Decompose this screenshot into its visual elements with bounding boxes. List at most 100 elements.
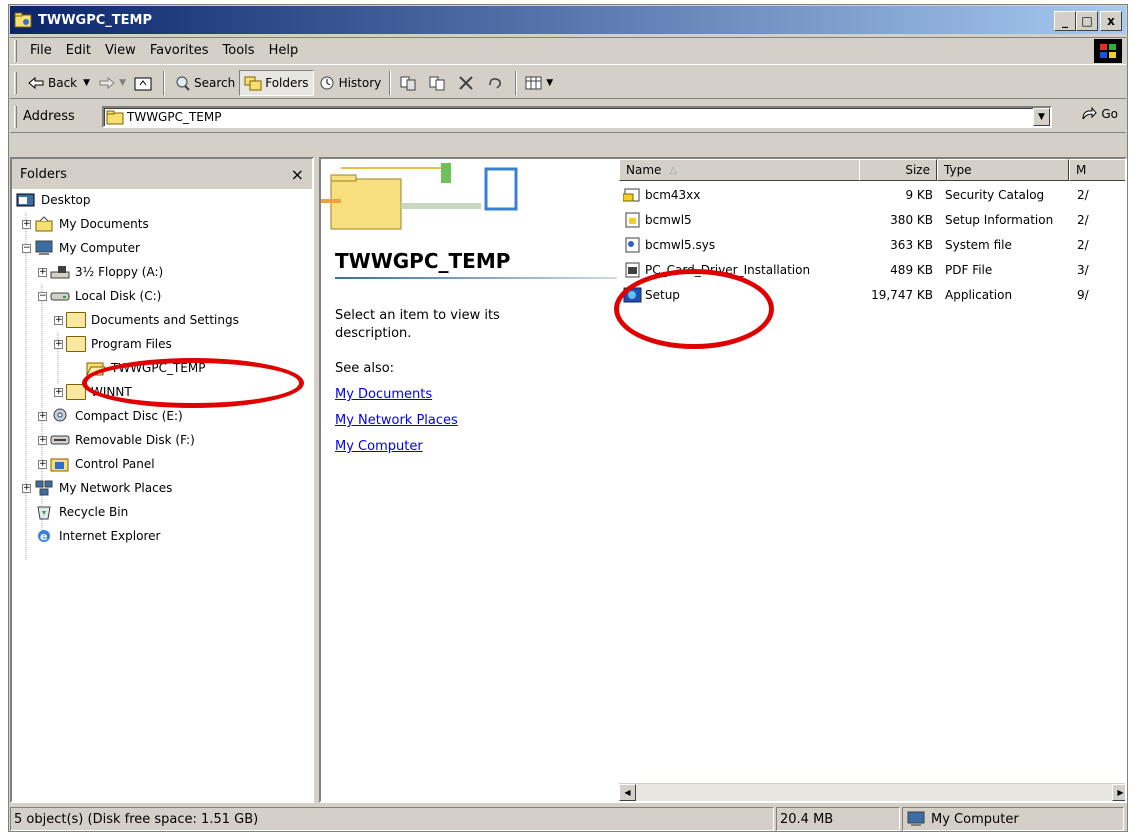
file-row[interactable]: PC_Card_Driver_Installation 489 KB PDF F…: [623, 258, 1125, 282]
go-button[interactable]: Go: [1080, 106, 1118, 122]
file-list: Name △ Size Type M bcm43xx 9 KB Security…: [619, 159, 1125, 789]
tree-label: Program Files: [91, 337, 172, 351]
link-my-network-places[interactable]: My Network Places: [335, 413, 458, 428]
standard-toolbar: Back ▼ ▼ Search Folders History ▼: [10, 67, 1126, 99]
undo-button[interactable]: [482, 70, 511, 96]
address-dropdown-button[interactable]: ▼: [1033, 108, 1050, 126]
column-header-modified[interactable]: M: [1069, 159, 1125, 181]
expand-toggle[interactable]: +: [54, 340, 63, 349]
menu-favorites[interactable]: Favorites: [143, 43, 216, 58]
collapse-toggle[interactable]: −: [22, 244, 31, 253]
address-input[interactable]: TWWGPC_TEMP ▼: [102, 106, 1052, 128]
move-to-button[interactable]: [395, 70, 424, 96]
tree-item-compact-disc[interactable]: Compact Disc (E:): [50, 405, 183, 427]
menu-grip[interactable]: [14, 39, 17, 62]
title-bar[interactable]: TWWGPC_TEMP _ □ x: [10, 6, 1126, 34]
file-modified: 2/: [1077, 238, 1089, 252]
status-size: 20.4 MB: [776, 807, 900, 831]
collapse-toggle[interactable]: −: [38, 292, 47, 301]
tree-item-desktop[interactable]: Desktop: [16, 189, 91, 211]
expand-toggle[interactable]: +: [38, 436, 47, 445]
scroll-right-button[interactable]: ▶: [1112, 784, 1125, 801]
floppy-drive-icon: [50, 264, 70, 280]
close-button[interactable]: x: [1100, 11, 1122, 31]
expand-toggle[interactable]: +: [22, 484, 31, 493]
my-computer-icon: [34, 240, 54, 256]
tree-item-my-network-places[interactable]: My Network Places: [34, 477, 172, 499]
tree-item-documents-and-settings[interactable]: Documents and Settings: [66, 309, 239, 331]
folders-close-button[interactable]: ×: [291, 165, 304, 184]
folders-icon: [244, 75, 262, 91]
delete-button[interactable]: [453, 70, 482, 96]
expand-toggle[interactable]: +: [54, 388, 63, 397]
tree-item-twwgpc-temp[interactable]: TWWGPC_TEMP: [86, 357, 205, 379]
folders-pane: Folders × Desktop + My Documents − My Co…: [10, 157, 314, 803]
tree-item-my-documents[interactable]: My Documents: [34, 213, 149, 235]
address-grip[interactable]: [14, 105, 17, 128]
link-my-computer[interactable]: My Computer: [335, 439, 423, 454]
expand-toggle[interactable]: +: [38, 412, 47, 421]
back-dropdown-icon[interactable]: ▼: [83, 78, 90, 88]
tree-item-removable-disk[interactable]: Removable Disk (F:): [50, 429, 195, 451]
removable-drive-icon: [50, 432, 70, 448]
menu-view[interactable]: View: [98, 43, 143, 58]
menu-tools[interactable]: Tools: [216, 43, 262, 58]
copy-to-button[interactable]: [424, 70, 453, 96]
search-button[interactable]: Search: [169, 70, 239, 96]
folder-icon: [66, 384, 86, 400]
file-size: 9 KB: [905, 188, 933, 202]
file-row[interactable]: bcm43xx 9 KB Security Catalog 2/: [622, 183, 1125, 207]
undo-icon: [486, 75, 504, 91]
menu-edit[interactable]: Edit: [59, 43, 98, 58]
views-button[interactable]: ▼: [521, 70, 557, 96]
views-dropdown-icon[interactable]: ▼: [546, 78, 553, 88]
file-name: PC_Card_Driver_Installation: [645, 263, 811, 277]
tree-item-recycle-bin[interactable]: Recycle Bin: [34, 501, 128, 523]
tree-item-control-panel[interactable]: Control Panel: [50, 453, 155, 475]
column-header-size[interactable]: Size: [859, 159, 937, 181]
tree-item-local-disk[interactable]: Local Disk (C:): [50, 285, 161, 307]
link-my-documents[interactable]: My Documents: [335, 387, 432, 402]
webview-panel: TWWGPC_TEMP Select an item to view its d…: [321, 159, 621, 759]
folder-icon: [14, 12, 32, 28]
views-icon: [525, 75, 543, 91]
file-type: Application: [945, 288, 1013, 302]
file-name: bcmwl5.sys: [645, 238, 716, 252]
horizontal-scrollbar[interactable]: ◀ ▶: [619, 783, 1125, 801]
expand-toggle[interactable]: +: [38, 268, 47, 277]
file-modified: 2/: [1077, 213, 1089, 227]
file-name: bcm43xx: [645, 188, 701, 202]
history-button[interactable]: History: [314, 70, 386, 96]
tree-item-floppy[interactable]: 3½ Floppy (A:): [50, 261, 163, 283]
my-documents-icon: [34, 216, 54, 232]
menu-help[interactable]: Help: [262, 43, 306, 58]
up-folder-icon: [134, 75, 152, 91]
up-button[interactable]: [130, 70, 159, 96]
toolbar-grip[interactable]: [14, 71, 17, 94]
column-header-type[interactable]: Type: [937, 159, 1069, 181]
forward-button[interactable]: ▼: [94, 70, 130, 96]
tree-item-program-files[interactable]: Program Files: [66, 333, 172, 355]
tree-item-winnt[interactable]: WINNT: [66, 381, 132, 403]
expand-toggle[interactable]: +: [22, 220, 31, 229]
back-button[interactable]: Back ▼: [23, 70, 94, 96]
expand-toggle[interactable]: +: [54, 316, 63, 325]
tree-item-internet-explorer[interactable]: e Internet Explorer: [34, 525, 160, 547]
tree-label: My Documents: [59, 217, 149, 231]
folders-button[interactable]: Folders: [239, 69, 314, 96]
status-zone: My Computer: [902, 807, 1124, 831]
file-row[interactable]: bcmwl5.sys 363 KB System file 2/: [623, 233, 1125, 257]
go-label: Go: [1101, 107, 1118, 121]
menu-file[interactable]: File: [23, 43, 59, 58]
minimize-button[interactable]: _: [1054, 11, 1076, 31]
file-row[interactable]: bcmwl5 380 KB Setup Information 2/: [623, 208, 1125, 232]
forward-dropdown-icon[interactable]: ▼: [119, 78, 126, 88]
move-to-icon: [399, 75, 417, 91]
tree-label: Local Disk (C:): [75, 289, 162, 303]
file-row[interactable]: Setup 19,747 KB Application 9/: [623, 283, 1125, 307]
sort-ascending-icon: △: [669, 164, 678, 176]
scroll-left-button[interactable]: ◀: [619, 784, 636, 801]
tree-item-my-computer[interactable]: My Computer: [34, 237, 140, 259]
maximize-button[interactable]: □: [1076, 11, 1098, 31]
expand-toggle[interactable]: +: [38, 460, 47, 469]
